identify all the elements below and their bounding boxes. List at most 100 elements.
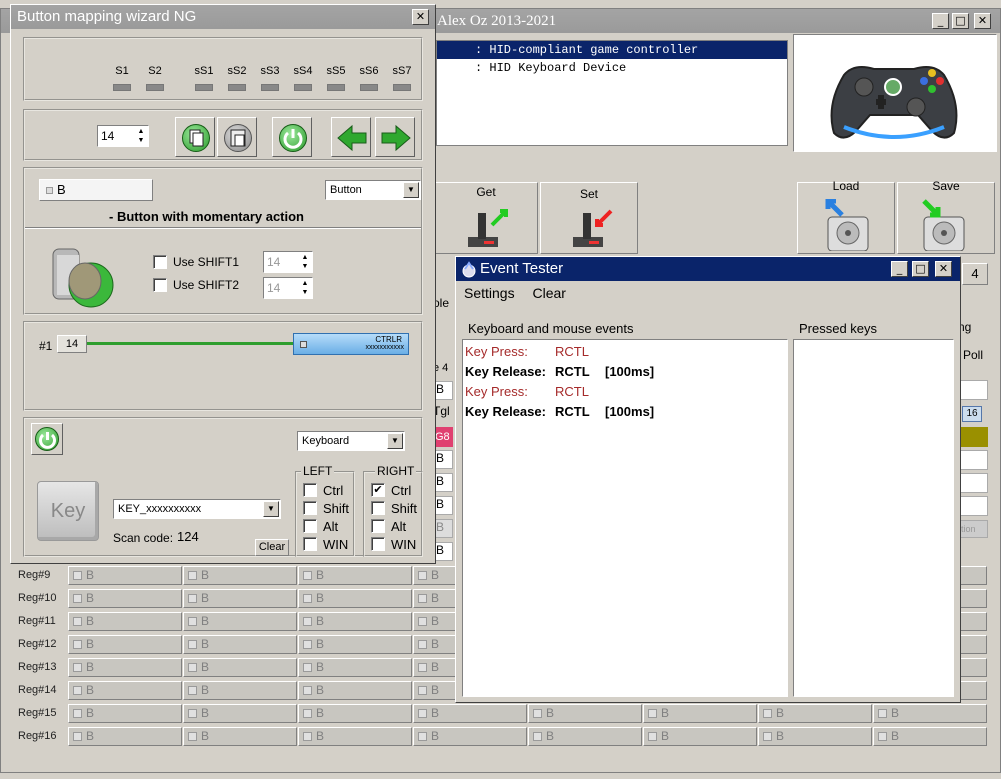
menu-clear[interactable]: Clear	[532, 285, 565, 301]
register-cell[interactable]: B	[68, 727, 182, 746]
shift2-spinner-arrows-icon[interactable]: ▲ ▼	[299, 279, 311, 297]
wizard-titlebar: Button mapping wizard NG ✕	[11, 5, 435, 29]
output-refresh-button[interactable]	[31, 423, 63, 455]
register-cell[interactable]: B	[298, 635, 412, 654]
cell-right-5[interactable]	[960, 496, 988, 516]
register-cell[interactable]: B	[413, 704, 527, 723]
register-cell[interactable]: B	[528, 727, 642, 746]
register-cell[interactable]: B	[183, 658, 297, 677]
close-button[interactable]: ✕	[974, 13, 991, 29]
right-alt-checkbox[interactable]	[371, 519, 385, 533]
register-cell[interactable]: B	[298, 589, 412, 608]
register-cell[interactable]: B	[68, 589, 182, 608]
use-shift1-checkbox[interactable]	[153, 255, 167, 269]
left-ctrl-checkbox[interactable]	[303, 483, 317, 497]
register-cell[interactable]: B	[183, 612, 297, 631]
left-win-checkbox[interactable]	[303, 537, 317, 551]
register-cell[interactable]: B	[298, 566, 412, 585]
key-chevron-down-icon[interactable]: ▼	[263, 501, 279, 517]
clear-button[interactable]: Clear	[255, 539, 289, 556]
right-ctrl-label: Ctrl	[391, 483, 412, 498]
wizard-window: Button mapping wizard NG ✕ S1 S2 sS1 sS2 sS3…	[10, 4, 436, 564]
register-cell[interactable]: B	[298, 658, 412, 677]
tester-close-button[interactable]: ✕	[935, 261, 952, 277]
copy-button[interactable]	[175, 117, 215, 157]
register-cell[interactable]: B	[183, 589, 297, 608]
register-cell[interactable]: B	[298, 681, 412, 700]
output-chevron-down-icon[interactable]: ▼	[387, 433, 403, 449]
register-cell[interactable]: B	[298, 727, 412, 746]
pressed-keys-list[interactable]	[793, 339, 954, 697]
register-cell[interactable]: B	[413, 727, 527, 746]
use-shift2-checkbox[interactable]	[153, 278, 167, 292]
register-cell[interactable]: B	[183, 681, 297, 700]
events-list[interactable]: Key Press: RCTL Key Release: RCTL [100ms] Key…	[462, 339, 788, 697]
index-spinner[interactable]: 14 ▲ ▼	[97, 125, 149, 147]
register-cell[interactable]: B	[68, 612, 182, 631]
spinner-arrows-icon[interactable]: ▲ ▼	[135, 127, 147, 145]
register-cell[interactable]: B	[873, 704, 987, 723]
register-cell[interactable]: B	[528, 704, 642, 723]
register-cell[interactable]: B	[873, 727, 987, 746]
key-select[interactable]: KEY_xxxxxxxxxx ▼	[113, 499, 281, 519]
register-cell[interactable]: B	[183, 727, 297, 746]
maximize-button[interactable]: □	[952, 13, 969, 29]
paste-button[interactable]	[217, 117, 257, 157]
save-button[interactable]: Save	[897, 179, 995, 254]
cell-right-1[interactable]	[960, 380, 988, 400]
next-button[interactable]	[375, 117, 415, 157]
right-win-label: WIN	[391, 537, 417, 552]
minimize-button[interactable]: _	[932, 13, 949, 29]
register-row-label: Reg#15	[18, 707, 57, 719]
left-shift-checkbox[interactable]	[303, 501, 317, 515]
register-cell[interactable]: B	[183, 635, 297, 654]
tester-minimize-button[interactable]: _	[891, 261, 908, 277]
indicator-label-s2: S2	[148, 65, 162, 77]
previous-button[interactable]	[331, 117, 371, 157]
right-win-checkbox[interactable]	[371, 537, 385, 551]
indicator-label-ss7: sS7	[392, 65, 412, 77]
register-cell[interactable]: B	[68, 566, 182, 585]
register-row-label: Reg#16	[18, 730, 57, 742]
page-4-button[interactable]: 4	[962, 263, 988, 285]
device-item-keyboard[interactable]: : HID Keyboard Device	[437, 59, 787, 77]
register-cell[interactable]: B	[68, 681, 182, 700]
register-cell[interactable]: B	[183, 704, 297, 723]
load-button[interactable]: Load	[797, 179, 895, 254]
register-cell[interactable]: B	[298, 612, 412, 631]
refresh-button[interactable]	[272, 117, 312, 157]
menu-settings[interactable]: Settings	[464, 285, 515, 301]
output-type-select[interactable]: Keyboard ▼	[297, 431, 405, 451]
register-cell[interactable]: B	[298, 704, 412, 723]
shift2-spinner[interactable]: 14 ▲ ▼	[263, 277, 313, 299]
right-modifiers-group: RIGHT ✔ Ctrl Shift Alt WIN	[363, 464, 423, 557]
cell-right-3[interactable]	[960, 450, 988, 470]
ctrlr-slider[interactable]: CTRLR xxxxxxxxxxx	[293, 333, 409, 355]
button-type-select[interactable]: Button ▼	[325, 180, 421, 200]
wizard-close-button[interactable]: ✕	[412, 9, 429, 25]
register-cell[interactable]: B	[758, 704, 872, 723]
button-name-field[interactable]: B	[39, 179, 153, 201]
right-ctrl-checkbox[interactable]: ✔	[371, 483, 385, 497]
register-cell[interactable]: B	[68, 704, 182, 723]
slot-value-button[interactable]: 14	[57, 335, 87, 353]
register-cell[interactable]: B	[183, 566, 297, 585]
set-button[interactable]: Set	[540, 182, 638, 254]
slider-label: CTRLR	[375, 335, 402, 344]
chevron-down-icon[interactable]: ▼	[403, 182, 419, 198]
register-cell[interactable]: B	[643, 704, 757, 723]
get-button[interactable]: Get	[434, 182, 538, 254]
left-alt-checkbox[interactable]	[303, 519, 317, 533]
tester-maximize-button[interactable]: □	[912, 261, 929, 277]
device-item-game-controller[interactable]: : HID-compliant game controller	[437, 41, 787, 59]
shift1-spinner-arrows-icon[interactable]: ▲ ▼	[299, 253, 311, 271]
device-list[interactable]: : HID-compliant game controller : HID Ke…	[436, 40, 788, 146]
register-cell[interactable]: B	[68, 658, 182, 677]
cell-right-4[interactable]	[960, 473, 988, 493]
register-cell[interactable]: B	[643, 727, 757, 746]
arrow-left-icon	[337, 124, 367, 152]
register-cell[interactable]: B	[68, 635, 182, 654]
shift1-spinner[interactable]: 14 ▲ ▼	[263, 251, 313, 273]
register-cell[interactable]: B	[758, 727, 872, 746]
right-shift-checkbox[interactable]	[371, 501, 385, 515]
